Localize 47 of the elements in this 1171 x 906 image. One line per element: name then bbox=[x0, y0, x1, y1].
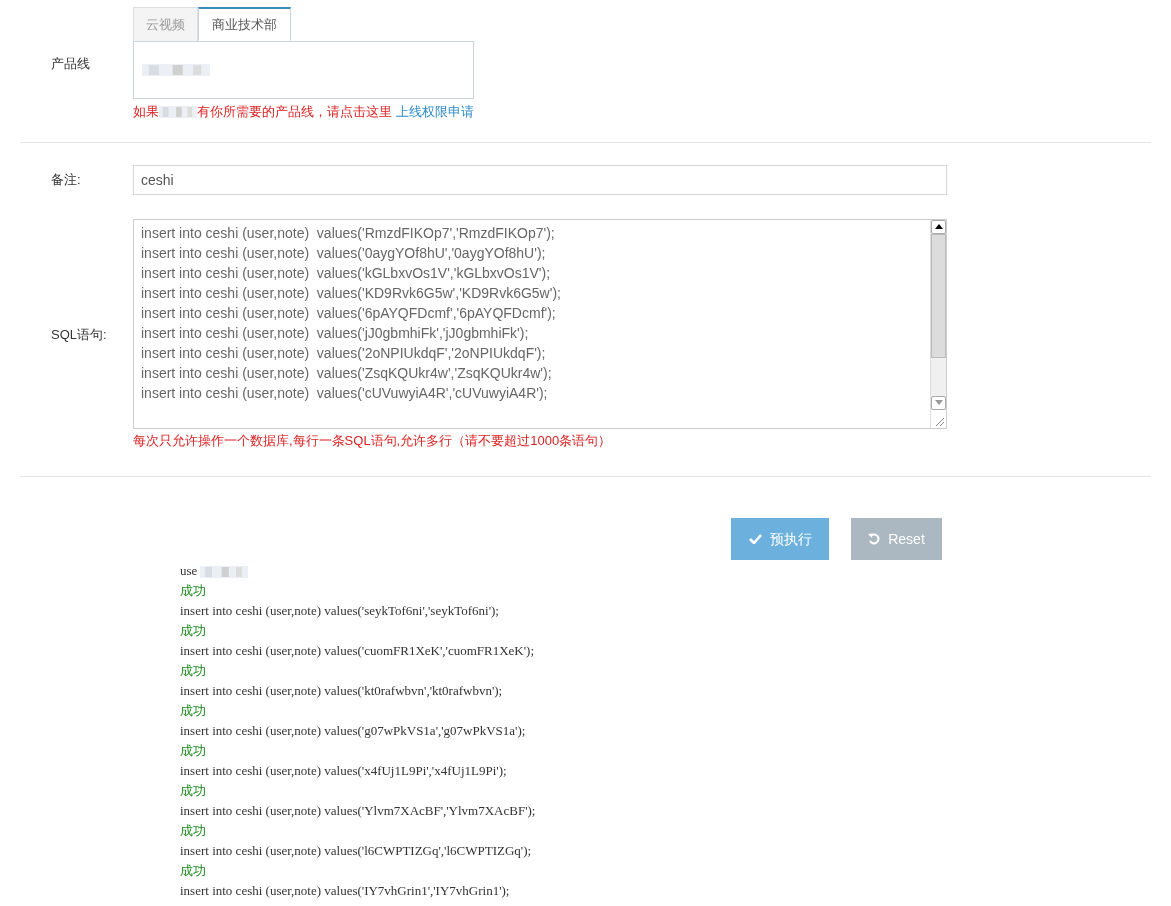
sql-statement: use bbox=[180, 562, 198, 580]
sql-statement: insert into ceshi (user,note) values('cuomFR1XeK','cuomFR1XeK'); bbox=[180, 642, 534, 660]
note-field[interactable]: ceshi bbox=[133, 164, 947, 195]
sql-textarea[interactable] bbox=[133, 218, 947, 429]
scrollbar[interactable] bbox=[930, 219, 946, 428]
success-status: 成功 bbox=[180, 822, 206, 840]
help-text: 有你所需要的产品线，请点击这里 bbox=[197, 103, 392, 121]
tab[interactable]: 云视频 bbox=[133, 7, 198, 41]
permission-link[interactable]: 上线权限申请 bbox=[396, 102, 474, 122]
sql-statement: insert into ceshi (user,note) values('seykTof6ni','seykTof6ni'); bbox=[180, 602, 499, 620]
success-status: 成功 bbox=[180, 582, 206, 600]
field-label: 备注: bbox=[51, 171, 81, 187]
sql-line: insert into ceshi (user,note) values('kGLbxvOs1V','kGLbxvOs1V'); bbox=[141, 263, 552, 283]
sql-line: insert into ceshi (user,note) values('ZsqKQUkr4w','ZsqKQUkr4w'); bbox=[141, 363, 553, 383]
success-status: 成功 bbox=[180, 862, 206, 880]
pre-execute-button[interactable]: 预执行 bbox=[731, 518, 829, 560]
sql-statement: insert into ceshi (user,note) values('x4fUj1L9Pi','x4fUj1L9Pi'); bbox=[180, 762, 507, 780]
checkmark-icon bbox=[748, 534, 762, 544]
sql-line: insert into ceshi (user,note) values('RmzdFIKOp7','RmzdFIKOp7'); bbox=[141, 223, 556, 243]
sql-line: insert into ceshi (user,note) values('KD9Rvk6G5w','KD9Rvk6G5w'); bbox=[141, 283, 562, 303]
success-status: 成功 bbox=[180, 702, 206, 720]
field-label: SQL语句: bbox=[51, 326, 107, 342]
blurred-redaction-icon bbox=[159, 105, 197, 118]
tab[interactable]: 商业技术部 bbox=[198, 7, 291, 41]
sql-statement: insert into ceshi (user,note) values('Ylvm7XAcBF','Ylvm7XAcBF'); bbox=[180, 802, 536, 820]
sql-statement: insert into ceshi (user,note) values('g07wPkVS1a','g07wPkVS1a'); bbox=[180, 722, 526, 740]
success-status: 成功 bbox=[180, 782, 206, 800]
sql-statement: insert into ceshi (user,note) values('kt0rafwbvn','kt0rafwbvn'); bbox=[180, 682, 503, 700]
success-status: 成功 bbox=[180, 742, 206, 760]
scroll-up-icon[interactable] bbox=[934, 224, 943, 229]
sql-statement: insert into ceshi (user,note) values('l6CWPTIZGq','l6CWPTIZGq'); bbox=[180, 842, 532, 860]
sql-line: insert into ceshi (user,note) values('cUVuwyiA4R','cUVuwyiA4R'); bbox=[141, 383, 549, 403]
success-status: 成功 bbox=[180, 622, 206, 640]
help-text: 如果 bbox=[133, 103, 159, 121]
success-status: 成功 bbox=[180, 662, 206, 680]
sql-statement: insert into ceshi (user,note) values('IY7vhGrin1','IY7vhGrin1'); bbox=[180, 882, 510, 900]
blurred-redaction-icon bbox=[142, 64, 210, 76]
sql-hint: 每次只允许操作一个数据库,每行一条SQL语句,允许多行（请不要超过1000条语句） bbox=[133, 431, 613, 450]
resize-grip-icon[interactable] bbox=[935, 416, 944, 426]
sql-line: insert into ceshi (user,note) values('6pAYQFDcmf','6pAYQFDcmf'); bbox=[141, 303, 557, 323]
reset-button[interactable]: Reset bbox=[851, 518, 942, 560]
sql-line: insert into ceshi (user,note) values('2oNPIUkdqF','2oNPIUkdqF'); bbox=[141, 343, 547, 363]
sql-line: insert into ceshi (user,note) values('jJ0gbmhiFk','jJ0gbmhiFk'); bbox=[141, 323, 530, 343]
scroll-down-icon[interactable] bbox=[934, 400, 943, 405]
undo-icon bbox=[868, 533, 881, 545]
field-label: 产品线 bbox=[51, 56, 90, 71]
sql-line: insert into ceshi (user,note) values('0aygYOf8hU','0aygYOf8hU'); bbox=[141, 243, 547, 263]
